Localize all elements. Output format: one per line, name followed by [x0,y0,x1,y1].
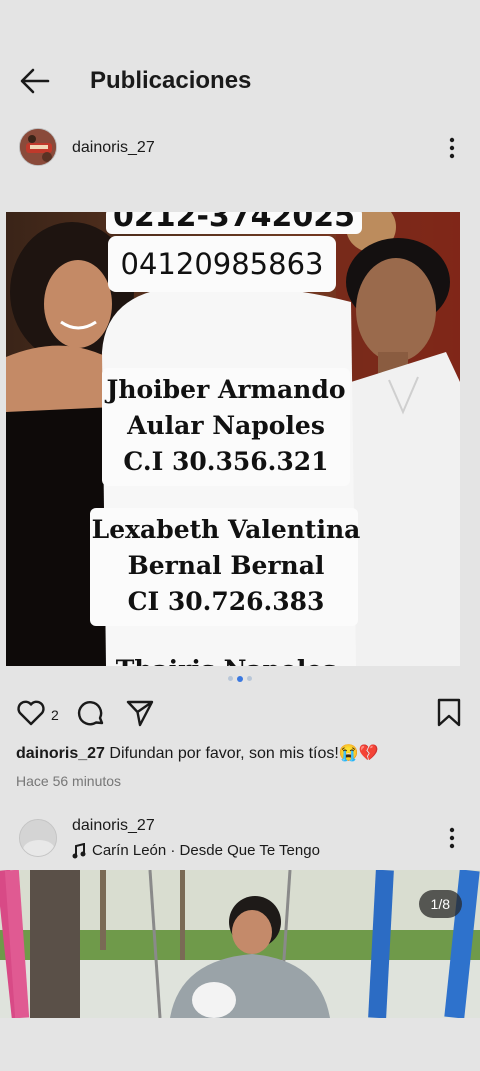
music-label: Carín León · Desde Que Te Tengo [92,842,320,859]
back-arrow-icon[interactable] [18,66,52,96]
image-phone: 04120985863 [121,247,324,281]
post-image[interactable]: 0212-3742025 04120985863 Jhoiber Armando… [6,212,460,666]
carousel-indicator [0,675,480,682]
image-person1-line2: Aular Napoles [126,411,325,440]
more-options-icon[interactable] [442,136,462,160]
music-info[interactable]: Carín León · Desde Que Te Tengo [72,842,320,859]
music-note-icon [72,842,86,858]
comment-icon[interactable] [76,698,106,728]
post2-image[interactable]: 1/8 [0,870,480,1018]
post-actions: 2 [0,698,480,730]
avatar[interactable] [19,128,57,166]
image-person2-line1: Lexabeth Valentina [92,515,361,544]
post-timestamp: Hace 56 minutos [16,773,122,789]
carousel-dot [228,676,233,681]
post-header: dainoris_27 [0,128,480,168]
image-person1-line1: Jhoiber Armando [105,375,346,404]
post2-header: dainoris_27 Carín León · Desde Que Te Te… [0,814,480,864]
carousel-dot [247,676,252,681]
share-icon[interactable] [125,698,155,728]
caption-text: Difundan por favor, son mis tíos!😭💔 [104,745,379,762]
page-title: Publicaciones [90,67,252,94]
post-caption: dainoris_27 Difundan por favor, son mis … [16,743,466,763]
heart-icon[interactable] [16,698,46,728]
top-bar: Publicaciones [0,52,480,110]
post2-username[interactable]: dainoris_27 [72,817,155,835]
caption-username[interactable]: dainoris_27 [16,745,105,762]
image-phone-partial: 0212-3742025 [113,212,355,234]
avatar[interactable] [19,819,57,857]
post-username[interactable]: dainoris_27 [72,139,155,157]
image-person2-line2: Bernal Bernal [128,551,325,580]
image-person1-line3: C.I 30.356.321 [123,447,328,476]
like-count[interactable]: 2 [51,707,59,723]
image-person3-partial: Thairis Napoles [116,655,337,666]
image-person2-line3: CI 30.726.383 [128,587,325,616]
bookmark-icon[interactable] [436,698,462,728]
carousel-dot-active [237,675,243,682]
more-options-icon[interactable] [442,826,462,850]
carousel-counter-badge: 1/8 [418,890,462,918]
